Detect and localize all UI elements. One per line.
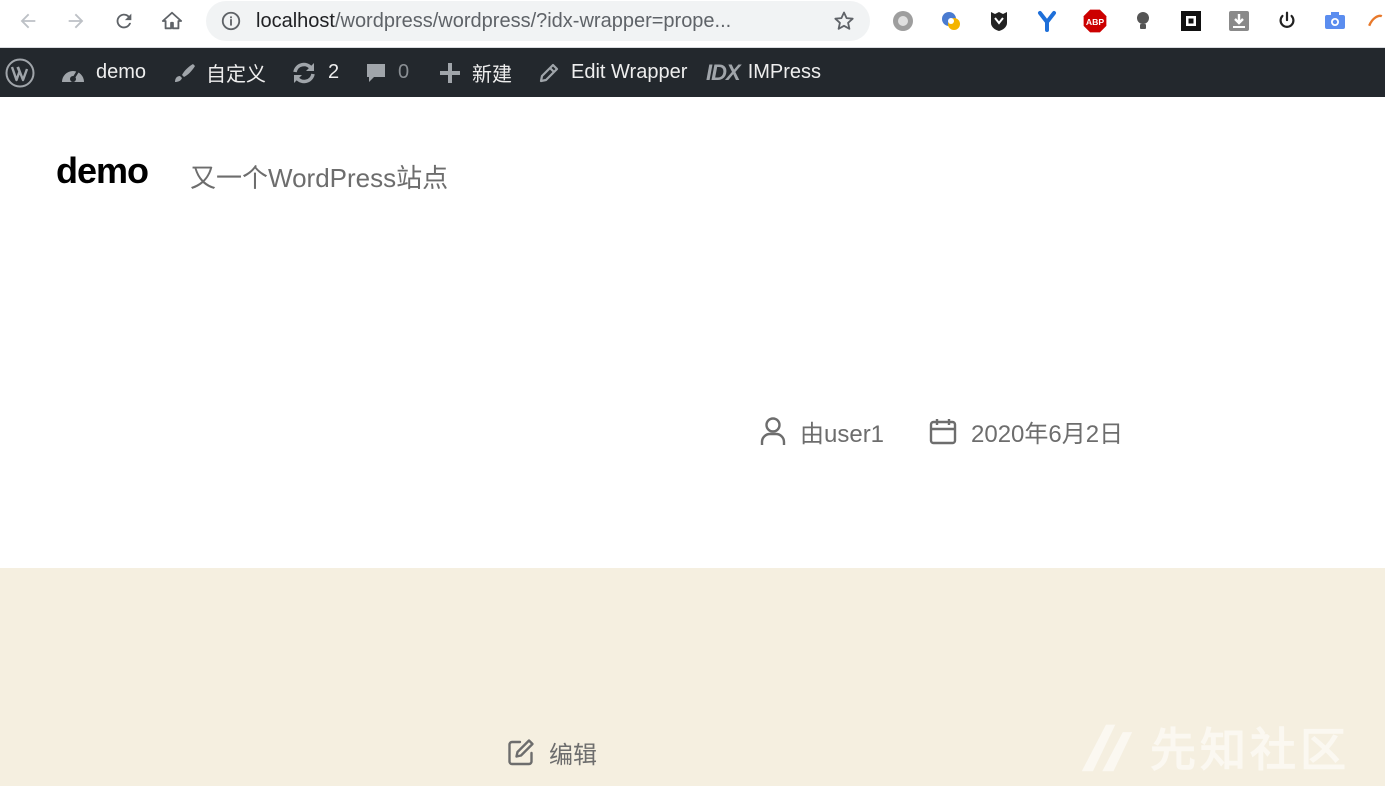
arrow-right-icon [68, 13, 84, 29]
new-label: 新建 [472, 64, 512, 86]
watermark-text: 先知社区 [1150, 724, 1350, 776]
extension-translate-icon[interactable] [937, 7, 965, 35]
reload-button[interactable] [107, 6, 141, 36]
back-button[interactable] [11, 6, 45, 36]
updates-refresh-icon [293, 62, 315, 83]
comments-count: 0 [398, 61, 410, 83]
adblock-icon[interactable]: ABP [1081, 7, 1109, 35]
info-icon[interactable] [220, 10, 242, 32]
calendar-icon [929, 419, 957, 445]
comment-bubble-icon [367, 63, 385, 82]
updates-count: 2 [328, 61, 340, 83]
impress-label: IMPress [747, 61, 822, 83]
edit-wrapper-label: Edit Wrapper [571, 61, 688, 83]
forward-button[interactable] [59, 6, 93, 36]
extension-circle-icon[interactable] [889, 7, 917, 35]
idx-logo-icon: IDX [706, 59, 741, 85]
address-bar[interactable]: localhost/wordpress/wordpress/?idx-wrapp… [206, 1, 870, 41]
paintbrush-icon [175, 63, 195, 82]
home-button[interactable] [155, 6, 189, 36]
watermark: 先知社区 [1078, 712, 1350, 782]
customize-menu[interactable]: 自定义 [172, 48, 266, 97]
extension-y-icon[interactable] [1033, 7, 1061, 35]
watermark-logo-icon [1081, 724, 1133, 772]
url-text[interactable]: localhost/wordpress/wordpress/?idx-wrapp… [256, 10, 816, 33]
post-author[interactable]: 由user1 [760, 412, 884, 450]
home-icon [161, 11, 183, 30]
updates-menu[interactable]: 2 [290, 48, 339, 97]
dashboard-gauge-icon [62, 69, 84, 82]
svg-text:ABP: ABP [1086, 17, 1105, 27]
extension-bulb-icon[interactable] [1129, 7, 1157, 35]
wp-logo-menu[interactable] [5, 48, 45, 97]
post-date[interactable]: 2020年6月2日 [929, 412, 1123, 450]
site-name-label: demo [96, 61, 147, 83]
post-author-label: 由user1 [800, 420, 885, 448]
extension-square-icon[interactable] [1177, 7, 1205, 35]
user-icon [760, 417, 786, 445]
wp-admin-bar: demo 自定义 2 0 新建 Edit Wrapper IDX IMPress [0, 48, 1385, 97]
impress-menu[interactable]: IDX IMPress [706, 48, 821, 97]
star-icon[interactable] [832, 9, 856, 33]
extension-shield-icon[interactable] [985, 7, 1013, 35]
url-path: /wordpress/wordpress/?idx-wrapper=prope.… [334, 10, 732, 32]
edit-wrapper-menu[interactable]: Edit Wrapper [537, 48, 687, 97]
edit-label: 编辑 [549, 741, 597, 769]
site-description: 又一个WordPress站点 [190, 163, 449, 193]
extension-partial-icon[interactable] [1366, 7, 1385, 35]
plus-icon [440, 62, 460, 83]
edit-link[interactable]: 编辑 [507, 733, 597, 771]
pencil-icon [539, 63, 559, 82]
new-content-menu[interactable]: 新建 [438, 48, 512, 97]
reload-icon [116, 13, 132, 29]
wordpress-logo-icon [5, 58, 35, 87]
download-icon[interactable] [1225, 7, 1253, 35]
edit-square-icon [508, 739, 534, 766]
post-date-label: 2020年6月2日 [971, 420, 1124, 448]
site-name-menu[interactable]: demo [60, 48, 146, 97]
arrow-left-icon [20, 13, 36, 29]
site-title[interactable]: demo [56, 150, 149, 192]
camera-icon[interactable] [1321, 7, 1349, 35]
url-host: localhost [256, 10, 335, 32]
comments-menu[interactable]: 0 [364, 48, 409, 97]
browser-toolbar: localhost/wordpress/wordpress/?idx-wrapp… [0, 0, 1385, 48]
customize-label: 自定义 [206, 64, 266, 86]
power-icon[interactable] [1273, 7, 1301, 35]
